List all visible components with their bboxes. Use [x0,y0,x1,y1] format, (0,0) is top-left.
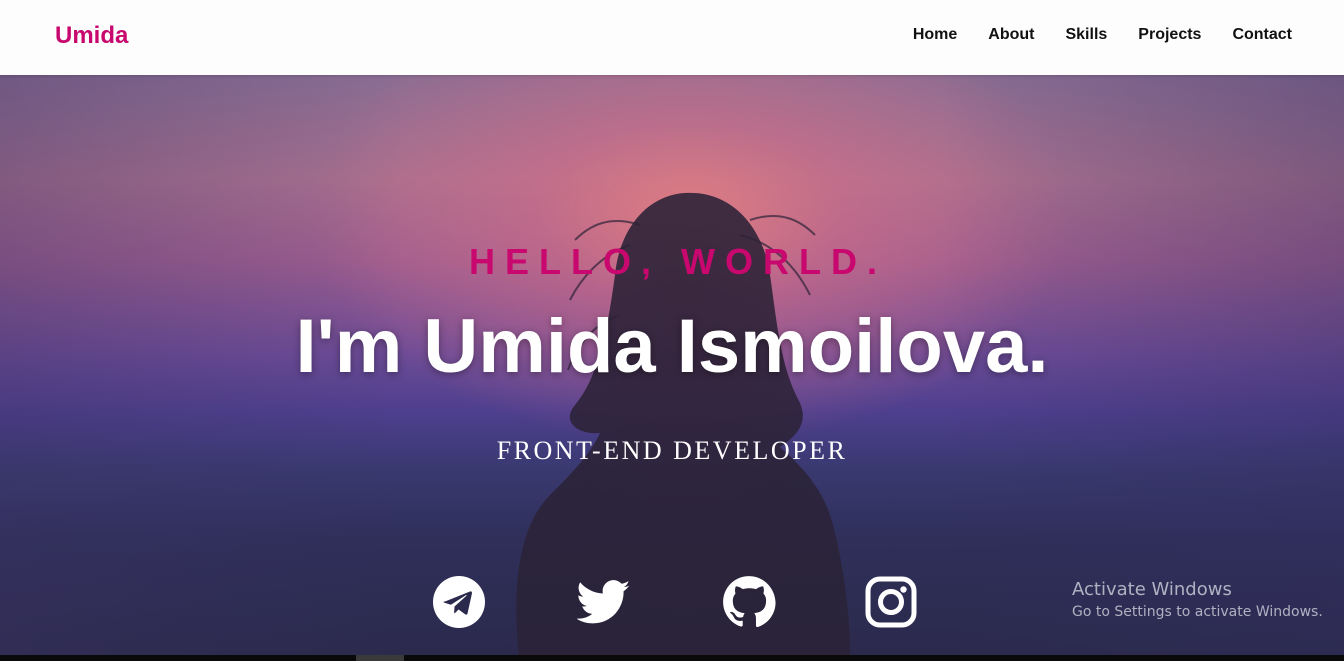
nav-links: Home About Skills Projects Contact [882,26,1292,44]
nav-projects[interactable]: Projects [1138,26,1201,44]
windows-activation-watermark: Activate Windows Go to Settings to activ… [1072,579,1323,620]
telegram-icon [433,576,485,628]
instagram-icon [865,576,917,628]
github-link[interactable] [722,575,776,629]
instagram-link[interactable] [864,575,918,629]
navbar: Umida Home About Skills Projects Contact [0,0,1344,75]
hero-role: FRONT-END DEVELOPER [496,436,848,465]
nav-contact[interactable]: Contact [1232,26,1292,44]
hero-greeting: HELLO, WORLD. [469,241,887,282]
brand-logo[interactable]: Umida [55,22,128,50]
hero-name: I'm Umida Ismoilova. [295,304,1049,389]
telegram-link[interactable] [432,575,486,629]
twitter-link[interactable] [576,575,631,629]
nav-home[interactable]: Home [913,26,957,44]
hero-section: HELLO, WORLD. I'm Umida Ismoilova. FRONT… [0,75,1344,655]
watermark-subtitle: Go to Settings to activate Windows. [1072,604,1323,620]
scrollbar-thumb[interactable] [356,655,404,661]
horizontal-scrollbar[interactable] [0,655,1344,661]
nav-about[interactable]: About [988,26,1034,44]
watermark-title: Activate Windows [1072,579,1232,600]
twitter-icon [576,580,631,624]
github-icon [723,576,776,628]
nav-skills[interactable]: Skills [1065,26,1107,44]
